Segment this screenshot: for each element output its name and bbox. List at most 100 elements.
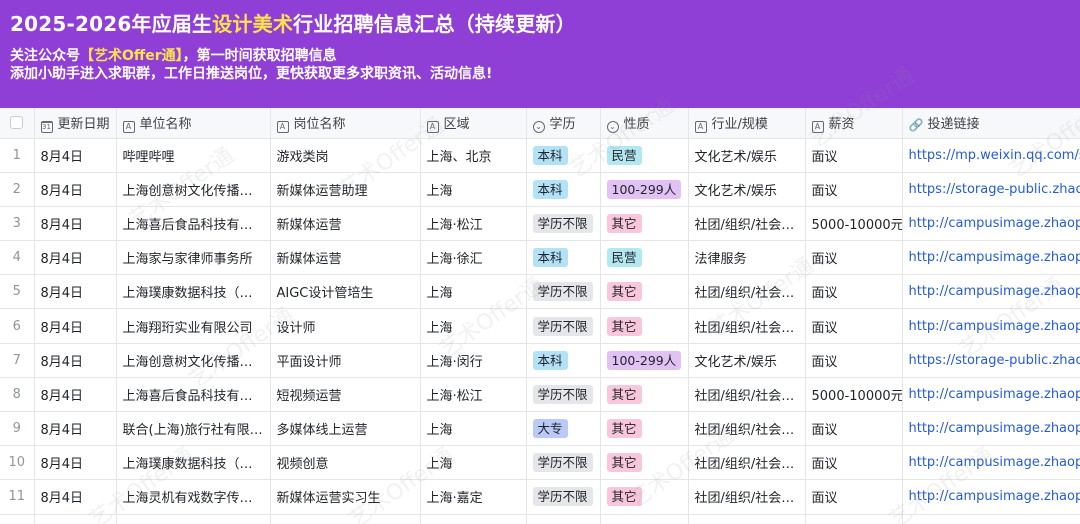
industry-cell[interactable]: 文化艺术/娱乐 <box>688 172 806 207</box>
salary-cell[interactable]: 面议 <box>805 308 903 344</box>
position-cell[interactable]: 新媒体运营助理 <box>270 172 421 207</box>
table-row[interactable]: 1 8月4日 哔哩哔哩 游戏类岗 上海、北京 本科 民营 文化艺术/娱乐 面议 https://m… <box>0 138 1080 173</box>
nature-cell[interactable]: 其它 <box>600 445 689 481</box>
region-cell[interactable]: 上海·嘉定 <box>420 479 527 515</box>
position-cell[interactable]: 多媒体线上运营 <box>270 411 421 447</box>
region-cell[interactable]: 上海 <box>420 274 527 310</box>
column-header-education[interactable]: ⌄ 学历 <box>526 108 601 139</box>
position-cell[interactable]: 设计师 <box>270 308 421 344</box>
nature-cell[interactable]: 其它 <box>600 274 689 310</box>
row-index-cell[interactable]: 3 <box>0 206 35 242</box>
region-cell[interactable]: 上海·松江 <box>420 377 527 413</box>
region-cell[interactable]: 上海·松江 <box>420 206 527 242</box>
position-cell[interactable]: 视频创意 <box>270 445 421 481</box>
row-index-cell[interactable]: 10 <box>0 445 35 481</box>
industry-cell[interactable]: 社团/组织/社会… <box>688 377 806 413</box>
nature-cell[interactable]: 100-299人 <box>600 343 689 378</box>
row-index-cell[interactable]: 1 <box>0 138 35 173</box>
nature-cell[interactable]: 其它 <box>600 206 689 242</box>
position-cell[interactable]: 新媒体运营 <box>270 206 421 242</box>
table-row[interactable]: 7 8月4日 上海创意树文化传播有… 平面设计师 上海·闵行 本科 100-299人 文化艺术… <box>0 343 1080 378</box>
region-cell[interactable]: 上海·徐汇 <box>420 240 527 276</box>
date-cell[interactable]: 8月4日 <box>34 138 117 173</box>
salary-cell[interactable]: 面议 <box>805 411 903 447</box>
education-cell[interactable]: 本科 <box>526 172 601 207</box>
salary-cell[interactable]: 面议 <box>805 479 903 515</box>
company-cell[interactable]: 联合(上海)旅行社有限… <box>116 411 271 447</box>
date-cell[interactable]: 8月4日 <box>34 343 117 378</box>
link-cell[interactable]: http://campusimage.zhaopin <box>902 377 1080 413</box>
row-index-cell[interactable]: 4 <box>0 240 35 276</box>
salary-cell[interactable]: 面议 <box>805 343 903 378</box>
nature-cell[interactable]: 民营 <box>600 240 689 276</box>
table-row[interactable]: 5 8月4日 上海璞康数据科技（集… AIGC设计管培生 上海 学历不限 其它 社团/组织/社… <box>0 274 1080 310</box>
company-cell[interactable]: 哔哩哔哩 <box>116 138 271 173</box>
salary-cell[interactable]: 面议 <box>805 445 903 481</box>
nature-cell[interactable]: 其它 <box>600 411 689 447</box>
date-cell[interactable]: 8月4日 <box>34 479 117 515</box>
position-cell[interactable]: 新媒体运营实习生 <box>270 479 421 515</box>
date-cell[interactable]: 8月4日 <box>34 172 117 207</box>
education-cell[interactable]: 学历不限 <box>526 377 601 413</box>
education-cell[interactable]: 学历不限 <box>526 206 601 242</box>
column-header-link[interactable]: 🔗 投递链接 <box>902 108 1080 139</box>
industry-cell[interactable]: 社团/组织/社会… <box>688 411 806 447</box>
table-row[interactable]: 9 8月4日 联合(上海)旅行社有限… 多媒体线上运营 上海 大专 其它 社团/组织/社会… 面… <box>0 411 1080 447</box>
table-row[interactable]: 8 8月4日 上海喜后食品科技有限… 短视频运营 上海·松江 学历不限 其它 社团/组织/社会… <box>0 377 1080 413</box>
row-index-cell[interactable]: 2 <box>0 172 35 207</box>
region-cell[interactable]: 上海·闵行 <box>420 343 527 378</box>
position-cell[interactable]: 短视频运营 <box>270 377 421 413</box>
company-cell[interactable]: 上海灵机有戏数字传媒… <box>116 479 271 515</box>
column-header-industry[interactable]: A 行业/规模 <box>688 108 806 139</box>
salary-cell[interactable]: 面议 <box>805 172 903 207</box>
nature-cell[interactable]: 其它 <box>600 377 689 413</box>
company-cell[interactable]: 上海喜后食品科技有限… <box>116 377 271 413</box>
row-index-cell[interactable]: 8 <box>0 377 35 413</box>
nature-cell[interactable]: 其它 <box>600 479 689 515</box>
column-header-region[interactable]: A 区域 <box>420 108 527 139</box>
industry-cell[interactable]: 文化艺术/娱乐 <box>688 138 806 173</box>
region-cell[interactable]: 上海 <box>420 172 527 207</box>
link-cell[interactable]: http://campusimage.zhaopin <box>902 411 1080 447</box>
salary-cell[interactable]: 5000-10000元 <box>805 206 903 242</box>
industry-cell[interactable]: 社团/组织/社会… <box>688 308 806 344</box>
row-index-cell[interactable]: 9 <box>0 411 35 447</box>
link-cell[interactable]: http://campusimage.zhaopin <box>902 445 1080 481</box>
industry-cell[interactable]: 社团/组织/社会… <box>688 274 806 310</box>
company-cell[interactable]: 上海家与家律师事务所 <box>116 240 271 276</box>
link-cell[interactable]: http://campusimage.zhaopin <box>902 479 1080 515</box>
nature-cell[interactable]: 其它 <box>600 308 689 344</box>
industry-cell[interactable]: 社团/组织/社会… <box>688 206 806 242</box>
link-cell[interactable]: http://campusimage.zhaopin <box>902 274 1080 310</box>
industry-cell[interactable]: 文化艺术/娱乐 <box>688 343 806 378</box>
region-cell[interactable]: 上海 <box>420 308 527 344</box>
date-cell[interactable]: 8月4日 <box>34 240 117 276</box>
table-row[interactable]: 3 8月4日 上海喜后食品科技有限… 新媒体运营 上海·松江 学历不限 其它 社团/组织/社会… <box>0 206 1080 242</box>
salary-cell[interactable]: 面议 <box>805 274 903 310</box>
table-row[interactable]: 2 8月4日 上海创意树文化传播有… 新媒体运营助理 上海 本科 100-299人 文化艺术/… <box>0 172 1080 207</box>
industry-cell[interactable]: 社团/组织/社会… <box>688 445 806 481</box>
date-cell[interactable]: 8月4日 <box>34 377 117 413</box>
link-cell[interactable]: http://campusimage.zhaopin <box>902 240 1080 276</box>
education-cell[interactable]: 本科 <box>526 240 601 276</box>
column-header-salary[interactable]: A 薪资 <box>805 108 903 139</box>
date-cell[interactable]: 8月4日 <box>34 445 117 481</box>
position-cell[interactable]: 新媒体运营 <box>270 240 421 276</box>
select-all-checkbox-cell[interactable] <box>0 108 35 139</box>
company-cell[interactable]: 上海创意树文化传播有… <box>116 172 271 207</box>
education-cell[interactable]: 学历不限 <box>526 445 601 481</box>
column-header-nature[interactable]: ⌄ 性质 <box>600 108 689 139</box>
date-cell[interactable]: 8月4日 <box>34 206 117 242</box>
link-cell[interactable]: https://storage-public.zhaopi <box>902 343 1080 378</box>
salary-cell[interactable]: 面议 <box>805 138 903 173</box>
position-cell[interactable]: 游戏类岗 <box>270 138 421 173</box>
date-cell[interactable]: 8月4日 <box>34 308 117 344</box>
row-index-cell[interactable]: 11 <box>0 479 35 515</box>
education-cell[interactable]: 学历不限 <box>526 274 601 310</box>
region-cell[interactable]: 上海 <box>420 445 527 481</box>
link-cell[interactable]: https://storage-public.zhaopin <box>902 172 1080 207</box>
column-header-position[interactable]: A 岗位名称 <box>270 108 421 139</box>
table-row[interactable]: 10 8月4日 上海璞康数据科技（集… 视频创意 上海 学历不限 其它 社团/组织/社会… 面议… <box>0 445 1080 481</box>
company-cell[interactable]: 上海璞康数据科技（集… <box>116 274 271 310</box>
table-row[interactable]: 4 8月4日 上海家与家律师事务所 新媒体运营 上海·徐汇 本科 民营 法律服务 面议 http:… <box>0 240 1080 276</box>
